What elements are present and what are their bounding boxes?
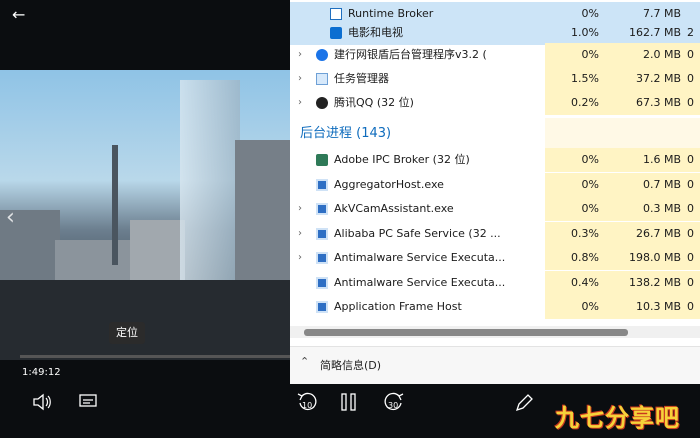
group-header-bg [545, 118, 700, 148]
task-manager-icon [316, 73, 328, 85]
subtitles-icon[interactable] [78, 393, 98, 415]
process-row[interactable]: Antimalware Service Executa... 0.4% 138.… [290, 271, 700, 295]
process-row[interactable]: › 建行网银盾后台管理程序v3.2 ( 0% 2.0 MB 0 [290, 43, 700, 67]
expand-chevron-icon[interactable]: › [298, 246, 302, 270]
expand-chevron-icon[interactable]: › [298, 222, 302, 246]
qq-icon [316, 97, 328, 109]
app-icon [316, 228, 328, 240]
process-row[interactable]: 电影和电视 1.0% 162.7 MB 2 [290, 21, 700, 45]
expand-chevron-icon[interactable]: › [298, 91, 302, 115]
rewind-10-icon[interactable]: 10 [296, 391, 318, 417]
app-icon [316, 301, 328, 313]
volume-icon[interactable] [32, 393, 52, 415]
video-frame [0, 70, 290, 360]
task-manager-panel: Runtime Broker 0% 7.7 MB 电影和电视 1.0% 162.… [290, 0, 700, 384]
seek-tooltip: 定位 [109, 322, 145, 344]
process-row[interactable]: › 腾讯QQ (32 位) 0.2% 67.3 MB 0 [290, 91, 700, 115]
process-row[interactable]: Adobe IPC Broker (32 位) 0% 1.6 MB 0 [290, 148, 700, 172]
svg-text:10: 10 [302, 401, 312, 410]
forward-30-icon[interactable]: 30 [383, 391, 405, 417]
process-row[interactable]: › AkVCamAssistant.exe 0% 0.3 MB 0 [290, 197, 700, 221]
process-row[interactable]: Application Frame Host 0% 10.3 MB 0 [290, 295, 700, 319]
chevron-left-icon[interactable]: ‹ [6, 205, 15, 230]
process-row[interactable]: › 任务管理器 1.5% 37.2 MB 0 [290, 67, 700, 91]
svg-text:30: 30 [388, 401, 398, 410]
current-time: 1:49:12 [22, 367, 61, 378]
pen-icon[interactable] [514, 393, 534, 417]
app-icon [316, 252, 328, 264]
horizontal-scrollbar-thumb[interactable] [304, 329, 628, 336]
fewer-details-button[interactable]: 简略信息(D) [320, 357, 381, 373]
group-title-background[interactable]: 后台进程 (143) [300, 124, 391, 144]
expand-chevron-icon[interactable]: › [298, 43, 302, 67]
app-icon [316, 277, 328, 289]
process-row[interactable]: › Alibaba PC Safe Service (32 ... 0.3% 2… [290, 222, 700, 246]
process-row[interactable]: AggregatorHost.exe 0% 0.7 MB 0 [290, 173, 700, 197]
runtime-icon [330, 8, 342, 20]
footer-bar: ⌃ 简略信息(D) [290, 346, 700, 384]
ccb-icon [316, 49, 328, 61]
movies-tv-icon [330, 27, 342, 39]
app-icon [316, 203, 328, 215]
process-row[interactable]: › Antimalware Service Executa... 0.8% 19… [290, 246, 700, 270]
watermark-logo: 九七分享吧 [555, 404, 680, 432]
expand-chevron-icon[interactable]: › [298, 197, 302, 221]
pause-icon[interactable] [340, 392, 358, 416]
app-icon [316, 179, 328, 191]
expand-chevron-icon[interactable]: › [298, 67, 302, 91]
adobe-icon [316, 154, 328, 166]
back-arrow-icon[interactable]: ← [12, 5, 25, 24]
chevron-up-icon[interactable]: ⌃ [300, 355, 309, 368]
